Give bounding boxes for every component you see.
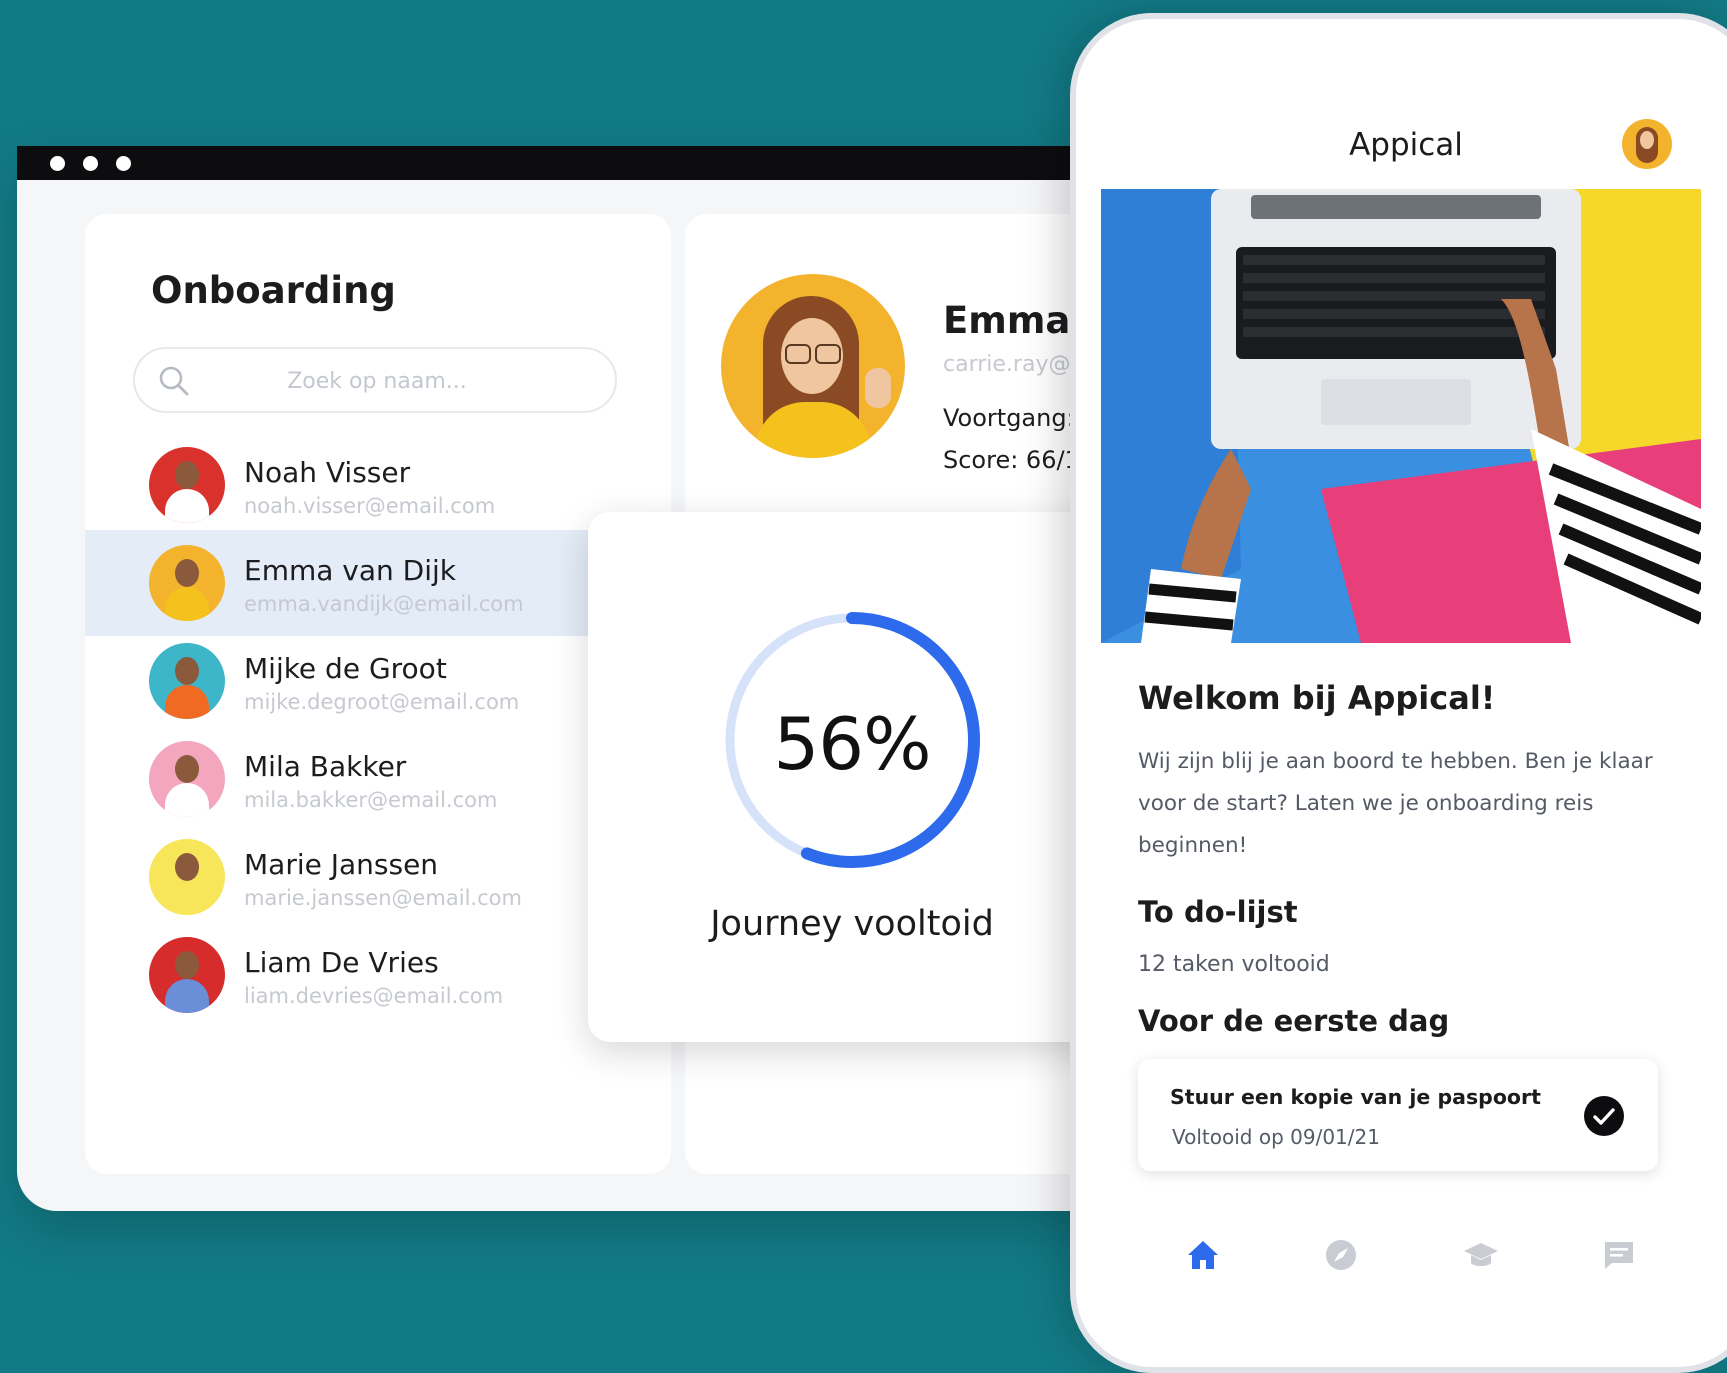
- avatar: [149, 741, 225, 817]
- person-name: Marie Janssen: [244, 848, 439, 881]
- avatar: [149, 643, 225, 719]
- window-dot[interactable]: [50, 156, 65, 171]
- progress-percentage: 56%: [773, 702, 931, 786]
- person-name: Mila Bakker: [244, 750, 407, 783]
- task-date: Voltooid op 09/01/21: [1172, 1125, 1380, 1149]
- check-icon[interactable]: [1584, 1096, 1624, 1136]
- person-name: Emma van Dijk: [244, 554, 457, 587]
- progress-caption: Journey vooltoid: [710, 904, 994, 944]
- chat-icon[interactable]: [1600, 1236, 1638, 1274]
- profile-avatar[interactable]: [1622, 119, 1672, 169]
- person-email: marie.janssen@email.com: [244, 886, 522, 910]
- employee-avatar: [721, 274, 905, 458]
- person-email: noah.visser@email.com: [244, 494, 496, 518]
- person-email: emma.vandijk@email.com: [244, 592, 524, 616]
- browser-titlebar: [17, 146, 1157, 180]
- person-name: Noah Visser: [244, 456, 411, 489]
- onboarding-list-panel: Onboarding Noah Visser noah.visser@email.…: [85, 214, 671, 1174]
- avatar: [149, 937, 225, 1013]
- compass-icon[interactable]: [1322, 1236, 1360, 1274]
- first-day-title: Voor de eerste dag: [1138, 1004, 1450, 1038]
- todo-title: To do-lijst: [1138, 895, 1298, 929]
- person-row[interactable]: Mila Bakker mila.bakker@email.com: [85, 726, 671, 832]
- page-title: Onboarding: [151, 269, 396, 312]
- person-row[interactable]: Noah Visser noah.visser@email.com: [85, 432, 671, 538]
- person-row[interactable]: Emma van Dijk emma.vandijk@email.com: [85, 530, 671, 636]
- hero-laptop-image: [1101, 189, 1701, 643]
- bottom-navigation: [1076, 1224, 1727, 1284]
- avatar: [149, 545, 225, 621]
- person-row[interactable]: Liam De Vries liam.devries@email.com: [85, 922, 671, 1028]
- welcome-title: Welkom bij Appical!: [1138, 679, 1496, 717]
- employee-email: carrie.ray@e: [943, 352, 1085, 377]
- graduation-cap-icon[interactable]: [1462, 1236, 1500, 1274]
- person-name: Liam De Vries: [244, 946, 439, 979]
- task-title: Stuur een kopie van je paspoort: [1170, 1085, 1541, 1109]
- phone-app: Appical Welkom bij Appical! Wij zijn bli…: [1070, 13, 1727, 1373]
- search-input[interactable]: [205, 359, 549, 403]
- todo-count: 12 taken voltooid: [1138, 952, 1330, 977]
- task-card[interactable]: Stuur een kopie van je paspoort Voltooid…: [1138, 1059, 1658, 1171]
- progress-label: Voortgang:: [943, 404, 1075, 432]
- search-icon: [159, 366, 189, 396]
- person-email: mila.bakker@email.com: [244, 788, 498, 812]
- search-bar[interactable]: [133, 347, 617, 413]
- avatar: [149, 839, 225, 915]
- window-dot[interactable]: [83, 156, 98, 171]
- home-icon[interactable]: [1184, 1236, 1222, 1274]
- person-row[interactable]: Mijke de Groot mijke.degroot@email.com: [85, 628, 671, 734]
- welcome-message: Wij zijn blij je aan boord te hebben. Be…: [1138, 749, 1653, 858]
- window-dot[interactable]: [116, 156, 131, 171]
- person-email: liam.devries@email.com: [244, 984, 504, 1008]
- person-name: Mijke de Groot: [244, 652, 447, 685]
- person-email: mijke.degroot@email.com: [244, 690, 520, 714]
- person-row[interactable]: Marie Janssen marie.janssen@email.com: [85, 824, 671, 930]
- avatar: [149, 447, 225, 523]
- journey-progress-card: 56% Journey vooltoid: [588, 512, 1116, 1042]
